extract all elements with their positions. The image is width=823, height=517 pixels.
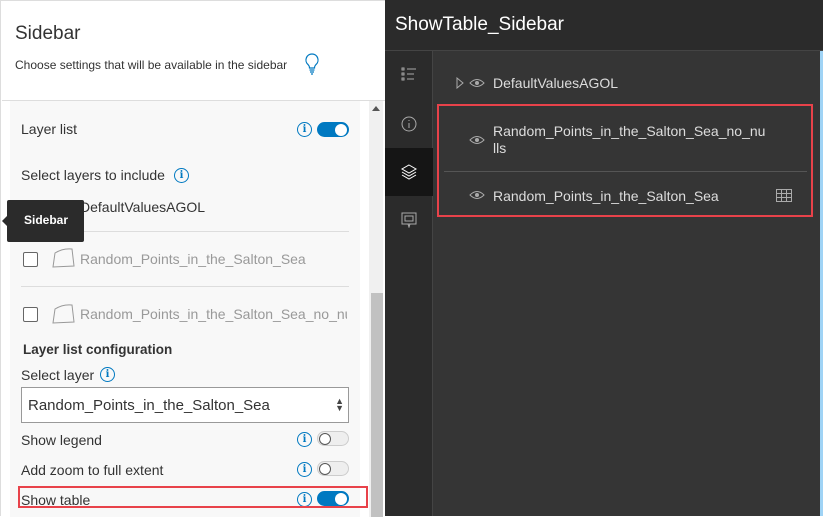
info-icon[interactable]: i xyxy=(297,122,312,137)
highlight-box xyxy=(437,104,813,217)
divider xyxy=(21,286,349,287)
zoom-full-extent-toggle[interactable] xyxy=(317,461,349,476)
preview-title: ShowTable_Sidebar xyxy=(385,0,823,51)
layer-checkbox[interactable] xyxy=(23,307,38,322)
show-legend-toggle[interactable] xyxy=(317,431,349,446)
info-icon[interactable]: i xyxy=(297,432,312,447)
layers-icon xyxy=(400,164,418,180)
legend-button[interactable] xyxy=(385,51,433,99)
layer-list-toggle[interactable] xyxy=(317,122,349,137)
show-legend-label: Show legend xyxy=(21,432,102,448)
preview-panel: ShowTable_Sidebar DefaultValuesAGOL Rand… xyxy=(385,0,823,516)
info-icon[interactable]: i xyxy=(100,367,115,382)
info-icon[interactable]: i xyxy=(297,462,312,477)
bookmarks-button[interactable] xyxy=(385,196,433,244)
config-heading: Layer list configuration xyxy=(23,342,173,357)
settings-panel: Sidebar Choose settings that will be ava… xyxy=(0,0,386,517)
select-arrows-icon: ▲ ▼ xyxy=(335,396,344,413)
scrollbar-thumb[interactable] xyxy=(371,293,383,517)
info-icon[interactable]: i xyxy=(174,168,189,183)
polygon-layer-icon xyxy=(52,248,75,268)
layer-select[interactable]: Random_Points_in_the_Salton_Sea ▲ ▼ xyxy=(21,387,349,423)
select-layer-label: Select layer xyxy=(21,367,95,383)
settings-title: Sidebar xyxy=(15,23,81,44)
layers-button[interactable] xyxy=(385,148,433,196)
legend-icon xyxy=(401,67,416,81)
expand-caret-icon[interactable] xyxy=(456,77,464,89)
layer-name: DefaultValuesAGOL xyxy=(493,75,619,91)
layer-name: Random_Points_in_the_Salton_Sea xyxy=(80,251,306,267)
tooltip: Sidebar xyxy=(2,200,84,242)
layer-name: Random_Points_in_the_Salton_Sea_no_nulls xyxy=(80,306,347,322)
info-button[interactable] xyxy=(385,100,433,148)
layer-name: DefaultValuesAGOL xyxy=(80,199,206,215)
icon-rail xyxy=(385,51,433,516)
selected-layer: Random_Points_in_the_Salton_Sea xyxy=(28,397,270,414)
lightbulb-icon[interactable] xyxy=(305,53,319,75)
zoom-full-extent-label: Add zoom to full extent xyxy=(21,462,164,478)
info-icon xyxy=(401,116,417,132)
settings-subtitle: Choose settings that will be available i… xyxy=(15,58,288,72)
scroll-up-arrow-icon[interactable] xyxy=(372,106,380,111)
bookmark-icon xyxy=(401,212,417,228)
eye-icon[interactable] xyxy=(469,78,485,88)
polygon-layer-icon xyxy=(52,304,75,324)
select-layers-label: Select layers to include xyxy=(21,167,165,183)
layer-list-label: Layer list xyxy=(21,121,78,137)
layer-checkbox[interactable] xyxy=(23,252,38,267)
highlight-box xyxy=(18,486,368,508)
